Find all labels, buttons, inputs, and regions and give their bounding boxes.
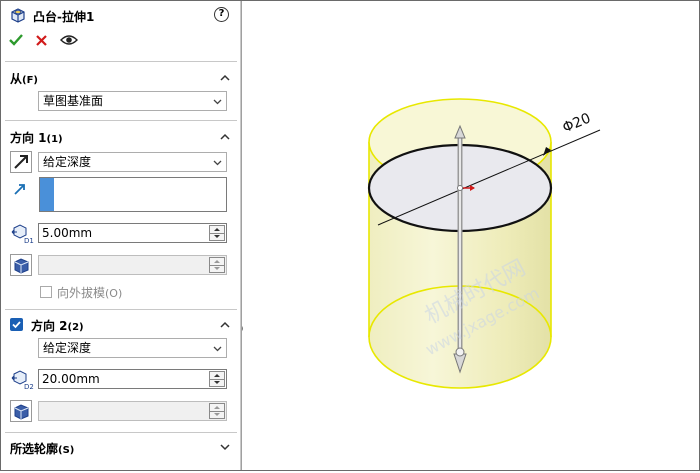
feature-header: 凸台-拉伸1 xyxy=(9,6,94,26)
ok-check-icon[interactable] xyxy=(9,33,23,50)
depth-spinner[interactable] xyxy=(209,371,225,387)
svg-text:D2: D2 xyxy=(24,383,34,390)
direction2-end-condition-select[interactable]: 给定深度 xyxy=(38,338,227,358)
divider xyxy=(5,432,237,433)
draft-angle-input xyxy=(38,255,227,275)
reverse-direction-icon xyxy=(14,155,28,169)
collapse-chevron-icon[interactable] xyxy=(220,132,230,142)
chevron-down-icon xyxy=(213,99,222,105)
direction2-section-heading[interactable]: 方向 2(2) xyxy=(31,317,84,334)
direction1-end-condition-select[interactable]: 给定深度 xyxy=(38,152,227,172)
property-manager-panel: 凸台-拉伸1 ? 从(F) 草图基准面 方向 1(1) 给定深度 D1 5.00… xyxy=(1,1,241,470)
model-view: Φ20 机械时代网 www.jxage.com xyxy=(367,98,601,389)
preview-eye-icon[interactable] xyxy=(60,34,78,49)
action-bar xyxy=(9,33,78,50)
expand-chevron-icon[interactable] xyxy=(220,442,230,452)
help-icon[interactable]: ? xyxy=(214,7,229,22)
direction2-checkbox[interactable] xyxy=(10,318,23,331)
direction2-depth-input[interactable]: 20.00mm xyxy=(38,369,227,389)
draft-icon xyxy=(14,404,29,420)
draft-outward-checkbox xyxy=(40,286,52,298)
selected-contours-section-heading[interactable]: 所选轮廓(S) xyxy=(10,440,74,457)
feature-title: 凸台-拉伸1 xyxy=(33,9,95,24)
from-section-heading[interactable]: 从(F) xyxy=(10,70,38,87)
direction-vector-selection-box[interactable] xyxy=(39,177,227,212)
panel-splitter[interactable] xyxy=(241,1,242,470)
divider xyxy=(5,309,237,310)
cancel-x-icon[interactable] xyxy=(35,34,48,50)
chevron-down-icon xyxy=(213,346,222,352)
direction1-depth-input[interactable]: 5.00mm xyxy=(38,223,227,243)
depth-d1-icon: D1 xyxy=(11,224,35,247)
direction1-section-heading[interactable]: 方向 1(1) xyxy=(10,129,63,146)
svg-text:D1: D1 xyxy=(24,237,34,244)
depth-spinner[interactable] xyxy=(209,225,225,241)
collapse-chevron-icon[interactable] xyxy=(220,73,230,83)
chevron-down-icon xyxy=(213,160,222,166)
checkmark-icon xyxy=(12,321,21,329)
draft-angle-spinner xyxy=(209,403,225,419)
direction-vector-icon xyxy=(13,182,27,199)
draft-toggle-button[interactable] xyxy=(10,254,32,276)
divider xyxy=(5,61,237,62)
direction2-draft-angle-input xyxy=(38,401,227,421)
reverse-direction-button[interactable] xyxy=(10,151,32,173)
from-select[interactable]: 草图基准面 xyxy=(38,91,227,111)
diameter-dimension-label[interactable]: Φ20 xyxy=(560,110,593,136)
depth-d2-icon: D2 xyxy=(11,370,35,393)
draft-toggle-button[interactable] xyxy=(10,400,32,422)
draft-icon xyxy=(14,258,29,274)
boss-extrude-icon xyxy=(9,6,27,27)
draft-angle-spinner xyxy=(209,257,225,273)
sketch-origin-point xyxy=(457,185,463,191)
selection-focus-bar xyxy=(40,178,54,211)
graphics-viewport[interactable]: Φ20 机械时代网 www.jxage.com xyxy=(243,1,699,470)
divider xyxy=(5,120,237,121)
draft-outward-label: 向外拔模(O) xyxy=(57,286,123,300)
collapse-chevron-icon[interactable] xyxy=(220,320,230,330)
extrude-handle-knob[interactable] xyxy=(455,347,465,357)
